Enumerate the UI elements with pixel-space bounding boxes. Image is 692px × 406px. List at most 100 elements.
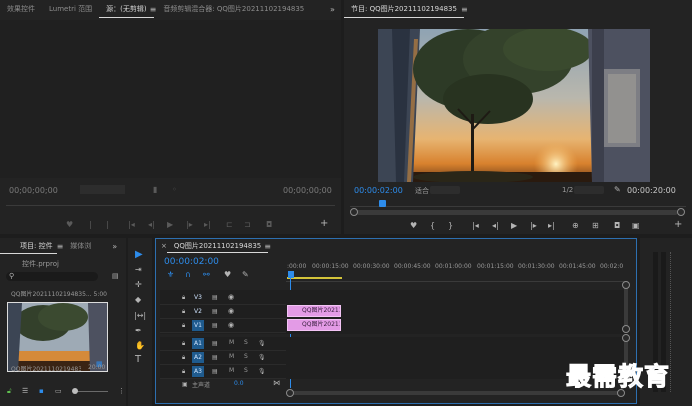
track-target-v1[interactable]: V1 <box>192 320 204 331</box>
eye-icon[interactable]: ◉ <box>228 293 234 302</box>
work-area-bar[interactable] <box>287 277 342 279</box>
tab-sequence[interactable]: QQ图片20211102194835 <box>166 239 269 253</box>
source-timecode-left[interactable]: 00;00;00;00 <box>9 186 58 195</box>
export-frame-icon[interactable]: ◘ <box>614 221 620 230</box>
eye-icon[interactable]: ◉ <box>228 321 234 330</box>
filter-bin-icon[interactable]: ▤ <box>112 272 119 281</box>
thumb-size-slider-handle[interactable] <box>72 388 78 394</box>
timeline-playhead-head[interactable] <box>288 271 294 278</box>
lock-icon[interactable]: ▣ <box>182 380 188 389</box>
voice-over-mic-icon[interactable]: 🎙︎ <box>258 353 266 362</box>
program-ruler[interactable] <box>350 206 686 207</box>
source-timecode-right[interactable]: 00;00;00;00 <box>283 186 332 195</box>
go-to-in-icon[interactable]: |◂ <box>472 221 479 230</box>
track-target-v3[interactable]: V3 <box>192 292 204 303</box>
mark-in-icon[interactable]: { <box>430 221 435 230</box>
zoom-handle-right[interactable] <box>677 208 685 216</box>
program-playhead-marker[interactable] <box>379 200 386 207</box>
snap-icon[interactable]: ∩ <box>185 270 191 279</box>
double-chevron-right-icon[interactable]: » <box>330 5 335 14</box>
v-scroll-handle-top[interactable] <box>622 281 630 289</box>
mute-button[interactable]: M <box>229 353 234 360</box>
track-lock-icon[interactable]: 🔒︎ <box>182 321 185 330</box>
track-lock-icon[interactable]: 🔒︎ <box>182 307 185 316</box>
solo-button[interactable]: S <box>244 353 248 360</box>
go-to-out-icon[interactable]: ▸| <box>204 220 211 229</box>
voice-over-mic-icon[interactable]: 🎙︎ <box>258 367 266 376</box>
go-to-out-icon[interactable]: ▸| <box>548 221 555 230</box>
mark-in-icon[interactable]: | <box>89 220 92 229</box>
program-zoom-scrollbar[interactable] <box>356 210 678 215</box>
export-frame-icon[interactable]: ◘ <box>266 220 272 229</box>
project-search-input[interactable] <box>6 272 98 281</box>
play-icon[interactable]: ▶ <box>167 220 173 229</box>
icon-view-icon[interactable]: ▪ <box>39 387 44 396</box>
track-target-a2[interactable]: A2 <box>192 352 204 363</box>
mark-out-icon[interactable]: } <box>448 221 453 230</box>
lock-icon[interactable]: 🔓︎ <box>7 387 12 396</box>
sync-lock-icon[interactable]: ▤ <box>212 367 218 376</box>
wrench-icon[interactable]: ▮ <box>153 185 157 194</box>
project-item-thumbnail[interactable]: ▦ <box>7 302 108 372</box>
timeline-timecode[interactable]: 00:00:02:00 <box>164 257 219 267</box>
step-back-icon[interactable]: ◂| <box>492 221 499 230</box>
hamburger-icon[interactable]: ≡ <box>150 5 157 14</box>
settings-icon[interactable]: ◦ <box>172 185 177 194</box>
nest-icon[interactable]: ⚜ <box>167 270 174 279</box>
step-back-icon[interactable]: ◂| <box>148 220 155 229</box>
step-forward-icon[interactable]: |▸ <box>186 220 193 229</box>
track-select-tool-icon[interactable]: ⇥ <box>135 265 142 274</box>
tab-program[interactable]: 节目: QQ图片20211102194835 <box>344 0 464 18</box>
go-to-in-icon[interactable]: |◂ <box>128 220 135 229</box>
zoom-handle-left[interactable] <box>350 208 358 216</box>
solo-button[interactable]: S <box>244 367 248 374</box>
tab-effect-controls[interactable]: 效果控件 <box>0 0 42 18</box>
marker-icon[interactable]: ♥ <box>410 221 417 230</box>
step-forward-icon[interactable]: |▸ <box>530 221 537 230</box>
solo-button[interactable]: S <box>244 339 248 346</box>
overwrite-icon[interactable]: ⊐ <box>244 220 251 229</box>
pen-tool-icon[interactable]: ✒ <box>135 326 142 335</box>
comparison-view-icon[interactable]: ▣ <box>632 221 640 230</box>
a-scroll-handle-top[interactable] <box>622 334 630 342</box>
source-ruler[interactable] <box>6 205 335 206</box>
hamburger-icon[interactable]: ≡ <box>264 242 271 251</box>
track-target-v2[interactable]: V2 <box>192 306 204 317</box>
insert-icon[interactable]: ⊏ <box>226 220 233 229</box>
wrench-icon[interactable]: ✎ <box>614 185 621 194</box>
list-view-icon[interactable]: ☰ <box>22 387 28 396</box>
clip-v1[interactable]: QQ图片20211 <box>287 319 341 331</box>
sync-lock-icon[interactable]: ▤ <box>212 293 218 302</box>
razor-tool-icon[interactable]: ◆ <box>135 295 141 304</box>
program-quality-dropdown[interactable]: 1/2 <box>562 186 573 194</box>
sync-lock-icon[interactable]: ▤ <box>212 339 218 348</box>
tab-media-browser[interactable]: 媒体浏 <box>63 238 98 254</box>
play-icon[interactable]: ▶ <box>511 221 517 230</box>
hand-tool-icon[interactable]: ✋ <box>135 341 145 350</box>
tab-source[interactable]: 源：(无剪辑) <box>99 0 154 18</box>
eye-icon[interactable]: ◉ <box>228 307 234 316</box>
mark-out-icon[interactable]: | <box>106 220 109 229</box>
track-lock-icon[interactable]: 🔒︎ <box>182 339 185 348</box>
timeline-settings-icon[interactable]: ✎ <box>242 270 249 279</box>
lift-icon[interactable]: ⊕ <box>572 221 579 230</box>
h-scroll-handle-left[interactable] <box>286 389 294 397</box>
close-icon[interactable]: × <box>161 242 167 251</box>
timeline-vertical-scrollbar[interactable] <box>624 285 628 329</box>
tab-lumetri-scopes[interactable]: Lumetri 范围 <box>42 0 99 18</box>
type-tool-icon[interactable]: T <box>135 355 141 365</box>
track-target-a1[interactable]: A1 <box>192 338 204 349</box>
hamburger-icon[interactable]: ≡ <box>57 242 64 251</box>
program-fit-dropdown[interactable]: 适合 <box>415 186 429 196</box>
track-lock-icon[interactable]: 🔒︎ <box>182 293 185 302</box>
selection-tool-icon[interactable]: ▶ <box>135 250 143 260</box>
freeform-view-icon[interactable]: ▭ <box>55 387 62 396</box>
track-target-a3[interactable]: A3 <box>192 366 204 377</box>
track-lock-icon[interactable]: 🔒︎ <box>182 367 185 376</box>
ripple-edit-tool-icon[interactable]: ✛ <box>135 280 142 289</box>
extract-icon[interactable]: ⊞ <box>592 221 599 230</box>
mute-button[interactable]: M <box>229 339 234 346</box>
source-fit-dropdown[interactable] <box>80 185 125 194</box>
add-button-icon[interactable]: + <box>674 220 682 230</box>
slip-tool-icon[interactable]: |↔| <box>134 311 146 320</box>
